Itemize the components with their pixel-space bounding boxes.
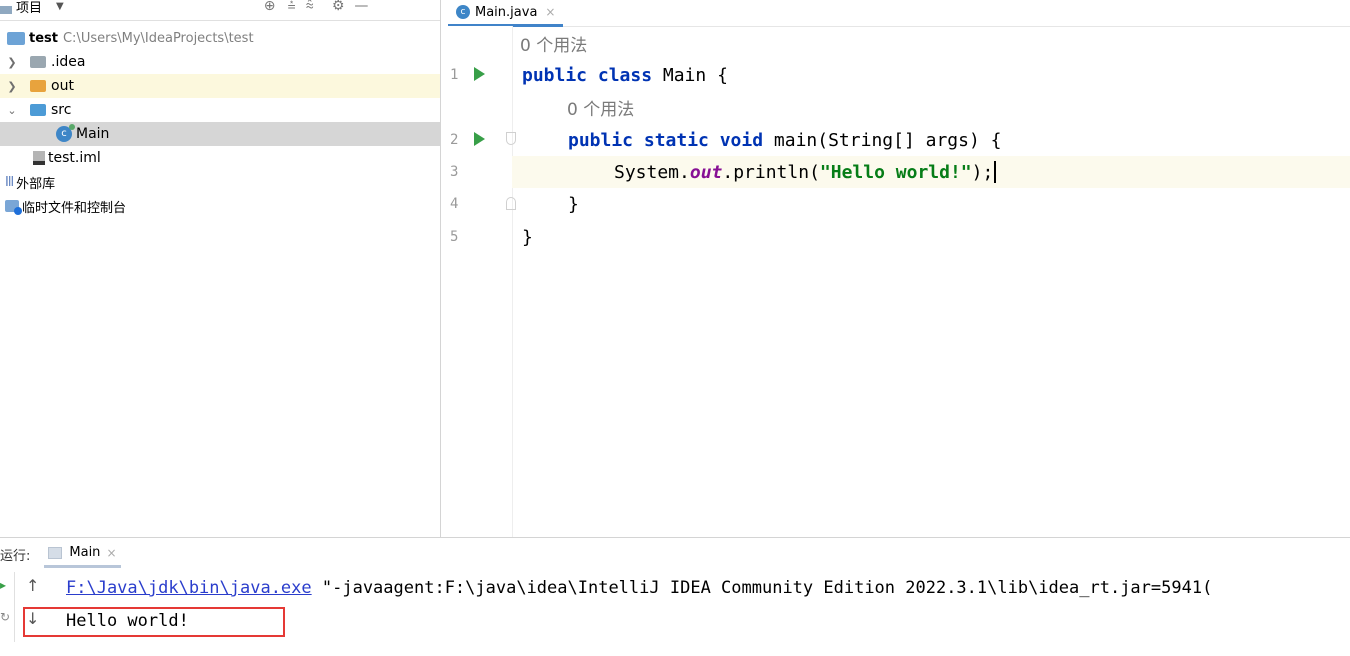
console-icon: [48, 546, 63, 559]
code-line-1[interactable]: public class Main {: [522, 59, 1350, 91]
code-text: main(String[] args) {: [763, 129, 1002, 151]
usage-hint[interactable]: 0 个用法: [520, 27, 587, 59]
keyword: public static void: [568, 129, 764, 151]
tab-label: Main.java: [475, 4, 538, 20]
command-args: "-javaagent:F:\java\idea\IntelliJ IDEA C…: [311, 578, 1213, 598]
project-view-label[interactable]: 项目: [16, 0, 42, 16]
line-number: 4: [450, 196, 459, 212]
output-highlight-box: [23, 607, 285, 637]
text-caret: [994, 161, 997, 183]
module-folder-icon: [7, 31, 25, 45]
run-tab-label: Main: [69, 545, 101, 560]
wrench-icon[interactable]: ↻: [0, 610, 10, 624]
code-text: .println(: [722, 161, 820, 183]
code-text: }: [568, 193, 579, 215]
java-class-icon: c: [456, 5, 470, 19]
run-label: 运行:: [0, 548, 31, 564]
tree-item-out[interactable]: ❯ out: [0, 74, 440, 98]
usage-hint[interactable]: 0 个用法: [567, 91, 634, 123]
close-icon[interactable]: ×: [545, 5, 555, 19]
project-name: test: [29, 30, 58, 46]
collapse-all-icon[interactable]: ⩯: [306, 0, 314, 14]
hide-panel-icon[interactable]: —: [354, 0, 368, 14]
tree-item-test-iml[interactable]: test.iml: [0, 146, 440, 170]
locate-icon[interactable]: ⊕: [264, 0, 276, 14]
code-line-2[interactable]: public static void main(String[] args) {: [568, 124, 1350, 156]
project-path: C:\Users\My\IdeaProjects\test: [62, 30, 254, 46]
tree-item-label: .idea: [51, 54, 86, 70]
line-number: 3: [450, 164, 459, 180]
tree-item-scratches[interactable]: 临时文件和控制台: [0, 194, 440, 218]
keyword: public class: [522, 64, 653, 86]
static-field: out: [689, 161, 723, 183]
source-folder-icon: [30, 104, 46, 116]
run-header: 运行: Main ×: [0, 540, 1350, 568]
scratches-icon: [5, 200, 22, 215]
tree-item-label: 临时文件和控制台: [22, 200, 127, 216]
tree-item-label: 外部库: [16, 176, 56, 192]
console-command-line: F:\Java\jdk\bin\java.exe "-javaagent:F:\…: [66, 573, 1212, 603]
code-text: );: [971, 161, 994, 183]
code-line-5[interactable]: }: [522, 221, 1350, 253]
excluded-folder-icon: [30, 80, 46, 92]
tree-item-label: src: [51, 102, 72, 118]
fold-icon[interactable]: [506, 132, 516, 145]
rerun-icon[interactable]: ▸: [0, 578, 6, 592]
tree-item-external-libraries[interactable]: Ill 外部库: [0, 170, 440, 194]
editor-gutter: [441, 26, 513, 537]
editor-tab-bar: [441, 0, 1350, 27]
code-text: }: [522, 226, 533, 248]
folder-icon: [0, 6, 12, 14]
chevron-right-icon[interactable]: ❯: [6, 56, 18, 69]
run-icon[interactable]: [474, 67, 485, 81]
toolbar-divider: [14, 572, 15, 642]
gear-icon[interactable]: ⚙: [332, 0, 345, 14]
run-tab[interactable]: Main ×: [44, 540, 121, 568]
module-file-icon: [33, 151, 45, 165]
project-header: 项目 ▼ ⊕ ⩮ ⩯ ⚙ —: [0, 0, 440, 21]
code-text: Main {: [652, 64, 728, 86]
code-line-3[interactable]: System. out .println("Hello world!");: [614, 156, 1350, 188]
run-icon[interactable]: [474, 132, 485, 146]
string-literal: "Hello world!": [819, 161, 972, 183]
tree-item-src[interactable]: ⌄ src: [0, 98, 440, 122]
folder-icon: [30, 56, 46, 68]
tree-item-label: Main: [76, 126, 110, 142]
tree-item-label: out: [51, 78, 74, 94]
library-icon: Ill: [5, 174, 14, 190]
java-class-icon: c: [56, 124, 75, 142]
code-text: System.: [614, 161, 690, 183]
tree-item-root[interactable]: test C:\Users\My\IdeaProjects\test: [0, 26, 440, 50]
tab-main-java[interactable]: c Main.java ×: [448, 0, 564, 27]
chevron-right-icon[interactable]: ❯: [6, 80, 18, 93]
close-icon[interactable]: ×: [106, 546, 116, 560]
fold-end-icon[interactable]: [506, 197, 516, 210]
java-exe-link[interactable]: F:\Java\jdk\bin\java.exe: [66, 578, 312, 598]
expand-all-icon[interactable]: ⩮: [287, 0, 295, 14]
code-line-4[interactable]: }: [568, 188, 1350, 220]
tree-item-idea[interactable]: ❯ .idea: [0, 50, 440, 74]
tree-item-label: test.iml: [48, 150, 101, 166]
project-panel: 项目 ▼ ⊕ ⩮ ⩯ ⚙ — test C:\Users\My\IdeaProj…: [0, 0, 441, 537]
chevron-down-icon[interactable]: ▼: [56, 1, 64, 12]
tree-item-main[interactable]: c Main: [0, 122, 440, 146]
line-number: 5: [450, 229, 459, 245]
chevron-down-icon[interactable]: ⌄: [6, 104, 18, 117]
up-arrow-icon[interactable]: ↑: [26, 576, 39, 595]
